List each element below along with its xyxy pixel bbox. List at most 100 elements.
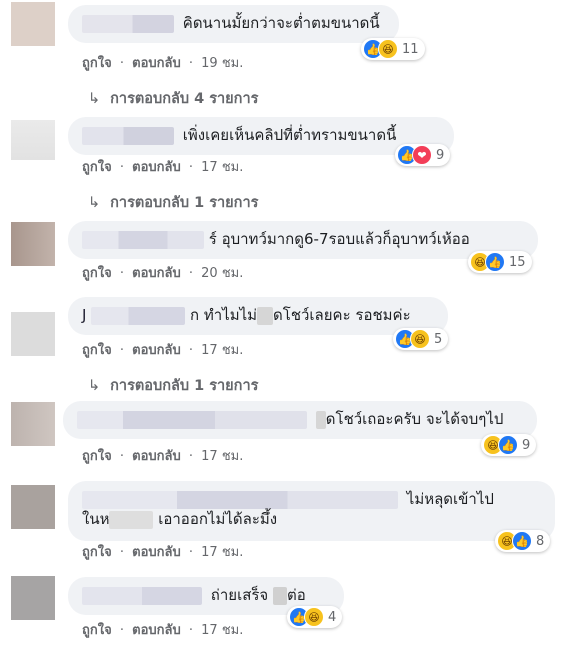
haha-reaction-icon: 😆: [378, 39, 398, 59]
timestamp[interactable]: 17 ชม.: [201, 343, 243, 358]
separator: ·: [119, 449, 124, 464]
blurred-name: [82, 230, 204, 249]
separator: ·: [188, 56, 194, 71]
blurred-name: [82, 126, 174, 145]
separator: ·: [119, 56, 124, 71]
reaction-count: 8: [536, 533, 545, 549]
comment-text-prefix: ในห: [82, 510, 110, 528]
avatar[interactable]: [11, 2, 55, 46]
comment-actions: ถูกใจ · ตอบกลับ · 20 ชม.: [82, 262, 243, 283]
comment-text: ดโชว์เถอะครับ จะได้จบๆไป: [325, 410, 504, 428]
comment-bubble: ร์ อุบาทว์มากดู6-7รอบแล้วก็อุบาทว์เห้ออ: [68, 221, 538, 259]
reaction-count: 4: [328, 609, 337, 625]
avatar[interactable]: [11, 312, 55, 356]
reply-link[interactable]: ตอบกลับ: [132, 343, 181, 358]
reaction-summary[interactable]: 😆 👍 15: [468, 251, 532, 273]
reaction-summary[interactable]: 👍 😆 11: [361, 38, 425, 60]
blurred-name: [91, 306, 186, 325]
blurred-name: [77, 410, 307, 429]
reply-link[interactable]: ตอบกลับ: [132, 545, 181, 560]
like-link[interactable]: ถูกใจ: [82, 56, 112, 71]
haha-reaction-icon: 😆: [410, 329, 430, 349]
comment-actions: ถูกใจ · ตอบกลับ · 17 ชม.: [82, 619, 243, 640]
reaction-summary[interactable]: 👍 😆 5: [393, 328, 449, 350]
like-link[interactable]: ถูกใจ: [82, 343, 112, 358]
comment-actions: ถูกใจ · ตอบกลับ · 19 ชม.: [82, 52, 243, 73]
blurred-name: [82, 14, 174, 33]
separator: ·: [119, 266, 124, 281]
timestamp[interactable]: 17 ชม.: [201, 545, 243, 560]
timestamp[interactable]: 17 ชม.: [201, 623, 243, 638]
comment-actions: ถูกใจ · ตอบกลับ · 17 ชม.: [82, 445, 243, 466]
separator: ·: [188, 160, 194, 175]
replies-label: การตอบกลับ 4 รายการ: [110, 91, 259, 107]
like-link[interactable]: ถูกใจ: [82, 449, 112, 464]
reply-link[interactable]: ตอบกลับ: [132, 449, 181, 464]
comment-text: ไม่หลุดเข้าไป: [406, 490, 494, 508]
comment-text: เอาออกไม่ได้ละมึ้ง: [158, 510, 278, 528]
blurred-name: [82, 490, 398, 509]
view-replies-link[interactable]: ↳ การตอบกลับ 1 รายการ: [88, 191, 258, 214]
reply-link[interactable]: ตอบกลับ: [132, 160, 181, 175]
comment-actions: ถูกใจ · ตอบกลับ · 17 ชม.: [82, 541, 243, 562]
reply-arrow-icon: ↳: [88, 91, 101, 107]
reaction-summary[interactable]: 👍 ❤ 9: [395, 144, 451, 166]
like-link[interactable]: ถูกใจ: [82, 623, 112, 638]
avatar[interactable]: [11, 576, 55, 620]
like-link[interactable]: ถูกใจ: [82, 266, 112, 281]
haha-reaction-icon: 😆: [304, 607, 324, 627]
like-reaction-icon: 👍: [485, 252, 505, 272]
reaction-summary[interactable]: 😆 👍 9: [481, 434, 537, 456]
reaction-count: 9: [522, 437, 531, 453]
avatar[interactable]: [11, 120, 55, 160]
comment-bubble: ไม่หลุดเข้าไป ในห เอาออกไม่ได้ละมึ้ง: [68, 481, 555, 541]
blurred-word: [109, 510, 154, 529]
avatar[interactable]: [11, 222, 55, 266]
comment-actions: ถูกใจ · ตอบกลับ · 17 ชม.: [82, 156, 243, 177]
view-replies-link[interactable]: ↳ การตอบกลับ 4 รายการ: [88, 87, 258, 110]
blurred-word: [315, 410, 326, 429]
reply-arrow-icon: ↳: [88, 195, 101, 211]
reaction-count: 15: [509, 254, 526, 270]
avatar[interactable]: [11, 485, 55, 529]
view-replies-link[interactable]: ↳ การตอบกลับ 1 รายการ: [88, 374, 258, 397]
separator: ·: [188, 623, 194, 638]
comment-line: ไม่หลุดเข้าไป: [82, 489, 541, 509]
avatar[interactable]: [11, 402, 55, 446]
timestamp[interactable]: 17 ชม.: [201, 449, 243, 464]
separator: ·: [188, 545, 194, 560]
timestamp[interactable]: 20 ชม.: [201, 266, 243, 281]
reply-link[interactable]: ตอบกลับ: [132, 623, 181, 638]
separator: ·: [188, 343, 194, 358]
comment-text: ต่อ: [286, 586, 306, 604]
like-reaction-icon: 👍: [512, 531, 532, 551]
comment-text-prefix: J: [82, 306, 87, 324]
comment-text-mid: ก ทำไมไม่: [190, 306, 258, 324]
like-link[interactable]: ถูกใจ: [82, 160, 112, 175]
reaction-summary[interactable]: 😆 👍 8: [495, 530, 551, 552]
replies-label: การตอบกลับ 1 รายการ: [110, 195, 259, 211]
replies-label: การตอบกลับ 1 รายการ: [110, 378, 259, 394]
comment-text: ร์ อุบาทว์มากดู6-7รอบแล้วก็อุบาทว์เห้ออ: [208, 230, 470, 248]
separator: ·: [188, 266, 194, 281]
blurred-word: [257, 306, 274, 325]
comment-bubble: J ก ทำไมไม่ ดโชว์เลยคะ รอชมค่ะ: [68, 297, 448, 335]
separator: ·: [119, 623, 124, 638]
reaction-count: 11: [402, 41, 419, 57]
reaction-summary[interactable]: 👍 😆 4: [287, 606, 343, 628]
comment-text: เพิ่งเคยเห็นคลิปที่ต่ำทรามขนาดนี้: [182, 126, 397, 144]
blurred-name: [82, 586, 202, 605]
blurred-word: [272, 586, 287, 605]
timestamp[interactable]: 19 ชม.: [201, 56, 243, 71]
comment-line: ในห เอาออกไม่ได้ละมึ้ง: [82, 509, 541, 529]
reply-link[interactable]: ตอบกลับ: [132, 56, 181, 71]
separator: ·: [119, 545, 124, 560]
separator: ·: [188, 449, 194, 464]
reply-arrow-icon: ↳: [88, 378, 101, 394]
reaction-count: 5: [434, 331, 443, 347]
timestamp[interactable]: 17 ชม.: [201, 160, 243, 175]
reply-link[interactable]: ตอบกลับ: [132, 266, 181, 281]
like-link[interactable]: ถูกใจ: [82, 545, 112, 560]
separator: ·: [119, 160, 124, 175]
comment-actions: ถูกใจ · ตอบกลับ · 17 ชม.: [82, 339, 243, 360]
